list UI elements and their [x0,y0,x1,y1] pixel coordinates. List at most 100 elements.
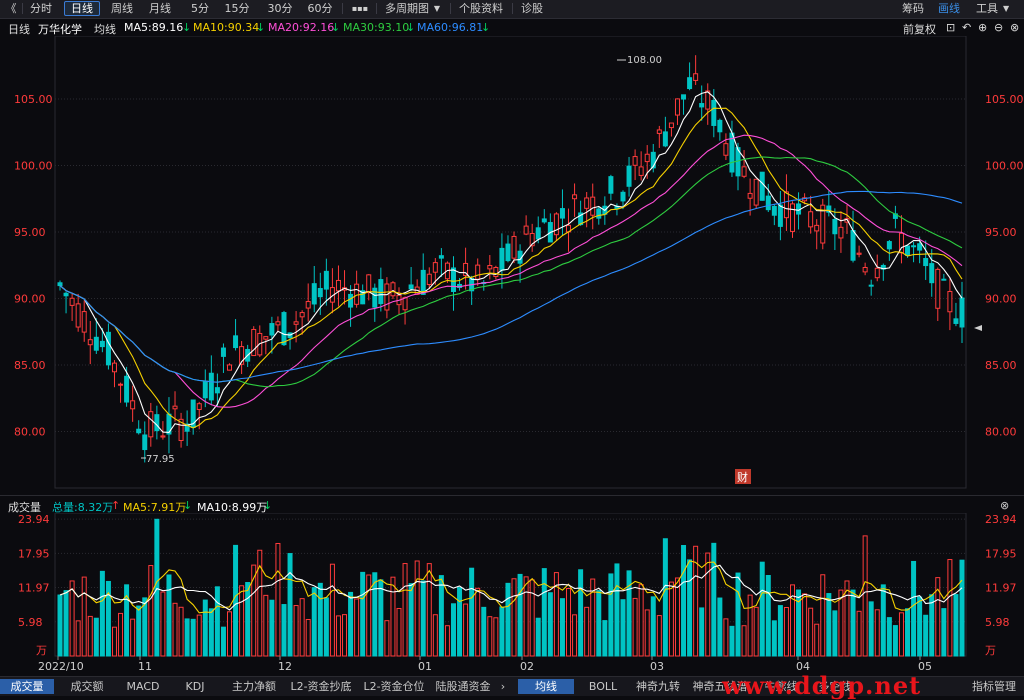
volume-bar [366,574,372,657]
tab-monthly[interactable]: 月线 [144,1,176,16]
volume-bar [578,569,584,657]
tools-button[interactable]: 工具 [976,1,998,16]
undo-icon[interactable]: ↶ [962,21,971,34]
candle-body [941,278,947,281]
volume-bar [233,544,239,657]
adjust-label[interactable]: 前复权 [903,21,936,37]
candle-body [87,339,93,346]
tab-60min[interactable]: 60分 [304,1,336,16]
candle-body [281,312,287,346]
volume-bar [959,559,965,657]
lock-icon[interactable]: ⊡ [946,21,955,34]
volume-bar [547,592,553,657]
multi-period-button[interactable]: 多周期图 [382,1,432,16]
stock-info-button[interactable]: 个股资料 [456,1,506,16]
candle-body [93,336,99,351]
price-tick-right: 105.00 [985,93,1024,106]
ma-label[interactable]: 均线 [94,21,116,37]
tab-indicator-manage[interactable]: 指标管理 [968,679,1020,694]
chevron-right-icon[interactable]: › [496,679,510,694]
more-icon[interactable]: ▪▪▪ [350,1,370,16]
tab-volume[interactable]: 成交量 [0,679,54,694]
tab-turnover[interactable]: 成交额 [60,679,114,694]
kline-chart[interactable]: 105.00 105.00 100.00 100.00 95.00 95.00 90.00 9… [0,36,1024,495]
candle-body [777,204,783,227]
tab-ma[interactable]: 均线 [518,679,574,694]
tab-15min[interactable]: 15分 [222,1,252,16]
volume-bar [753,606,759,657]
price-tick-right: 100.00 [985,160,1024,173]
volume-bar [668,581,674,657]
price-pointer-icon [974,325,982,331]
chips-button[interactable]: 筹码 [902,1,924,16]
volume-bar [674,577,680,657]
tab-daily[interactable]: 日线 [64,1,100,16]
tab-weekly[interactable]: 周线 [106,1,138,16]
collapse-left-icon[interactable]: 《 [4,1,18,16]
candle-body [317,288,323,298]
tab-l2-position[interactable]: L2-资金仓位 [359,679,429,694]
zoom-out-icon[interactable]: ⊖ [994,21,1003,34]
candle-body [541,218,547,223]
volume-bar [287,553,293,657]
candle-body [632,156,638,166]
tools-dropdown-icon[interactable]: ▼ [1003,1,1009,16]
candle-body [656,129,662,134]
volume-bar [620,599,626,657]
close-icon[interactable]: ⊗ [1010,21,1019,34]
volume-bar [929,594,935,657]
volume-bar [372,572,378,657]
chevron-down-icon[interactable]: ▼ [432,1,442,16]
volume-chart[interactable]: 23.94 23.94 17.95 17.95 11.97 11.97 5.98 5.98 万 万… [0,513,1024,676]
tab-boll[interactable]: BOLL [578,679,628,694]
close-volume-icon[interactable]: ⊗ [1000,499,1009,512]
volume-bar [184,618,190,657]
candle-body [638,166,644,176]
volume-bar [699,607,705,657]
down-arrow-icon: ↓ [481,21,491,34]
volume-tick-right: 17.95 [985,547,1017,560]
volume-bar [281,604,287,657]
volume-bar [402,563,408,657]
volume-bar [566,588,572,657]
volume-bar [69,580,75,657]
candle-body [674,98,680,116]
tab-intraday[interactable]: 分时 [26,1,56,16]
diagnose-button[interactable]: 诊股 [518,1,546,16]
volume-bar [771,620,777,657]
volume-bar [511,578,517,657]
tab-macd[interactable]: MACD [118,679,168,694]
candle-body [202,380,208,399]
candle-body [911,245,917,248]
tab-kdj[interactable]: KDJ [172,679,218,694]
volume-bar [808,607,814,657]
volume-bar [572,614,578,657]
tab-northbound[interactable]: 陆股通资金 [432,679,494,694]
tab-30min[interactable]: 30分 [264,1,296,16]
tab-main-net[interactable]: 主力净额 [226,679,282,694]
candle-body [832,218,838,235]
divider [342,3,343,14]
volume-bar [57,594,63,657]
date-tick-label: 11 [138,660,152,673]
volume-bar [475,587,481,657]
zoom-in-icon[interactable]: ⊕ [978,21,987,34]
candle-body [305,301,311,309]
candle-body [753,178,759,206]
volume-bar [81,576,87,657]
volume-bar [892,625,898,657]
volume-bar [63,590,69,657]
draw-button[interactable]: 画线 [938,1,960,16]
volume-bar [747,594,753,657]
candle-body [299,312,305,318]
volume-bar [190,618,196,657]
tab-5min[interactable]: 5分 [186,1,214,16]
tab-magic-nine[interactable]: 神奇九转 [632,679,684,694]
volume-bar [426,563,432,657]
tab-l2-bottom[interactable]: L2-资金抄底 [286,679,356,694]
volume-bar [541,568,547,657]
volume-bar [626,570,632,657]
candle-body [626,165,632,187]
candle-body [584,197,590,209]
volume-bar [705,552,711,657]
